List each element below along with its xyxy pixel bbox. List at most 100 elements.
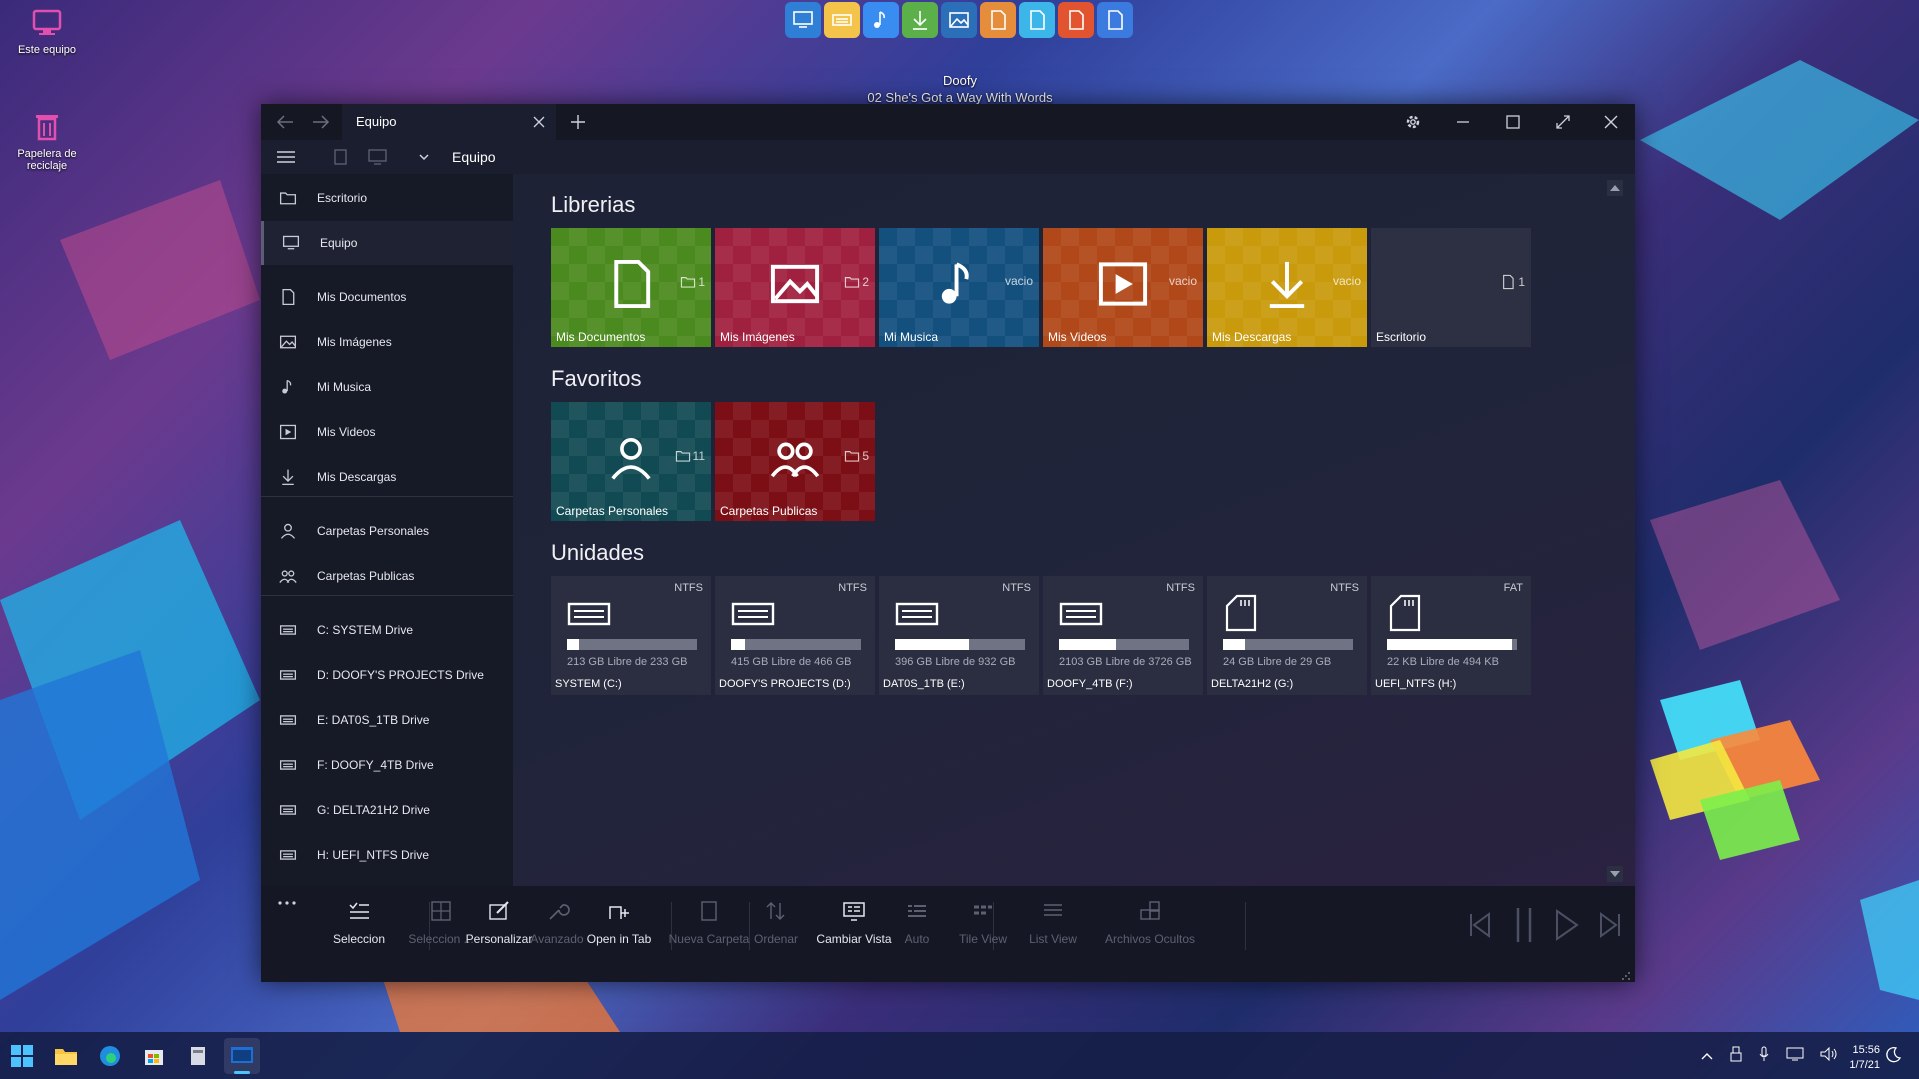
sidebar-item[interactable]: Mi Musica (261, 365, 513, 409)
toolbar-button[interactable]: Auto (887, 896, 947, 954)
dock-item[interactable] (824, 2, 860, 38)
usb-icon[interactable] (1730, 1046, 1742, 1065)
sidebar-item[interactable]: H: UEFI_NTFS Drive (261, 833, 513, 877)
library-tile[interactable]: vacio Mis Videos (1043, 228, 1203, 347)
sidebar-item[interactable]: G: DELTA21H2 Drive (261, 788, 513, 832)
library-tile[interactable]: 1 Mis Documentos (551, 228, 711, 347)
scroll-down-button[interactable] (1607, 866, 1623, 882)
previous-track-button[interactable] (1467, 910, 1493, 940)
address-text[interactable]: Equipo (452, 149, 496, 165)
clock[interactable]: 15:56 1/7/21 (1830, 1043, 1880, 1073)
toolbar-button[interactable]: Tile View (951, 896, 1015, 954)
calendar-icon (991, 10, 1006, 30)
dock-item[interactable] (902, 2, 938, 38)
toolbar-button[interactable]: Cambiar Vista (809, 896, 899, 954)
library-tile[interactable]: 1 Escritorio (1371, 228, 1531, 347)
play-button[interactable] (1553, 908, 1581, 942)
hard-drive-icon (895, 602, 939, 626)
camera-icon (949, 12, 969, 28)
desktop-icon-este-equipo[interactable]: Este equipo (7, 6, 87, 56)
drive-tile[interactable]: NTFS 2103 GB Libre de 3726 GB DOOFY_4TB (F… (1043, 576, 1203, 695)
notifications-button[interactable] (1884, 1046, 1902, 1064)
library-tile[interactable]: 2 Mis Imágenes (715, 228, 875, 347)
maximize-button[interactable] (1493, 104, 1533, 140)
fullscreen-button[interactable] (1543, 104, 1583, 140)
dock-item[interactable] (1058, 2, 1094, 38)
drive-icon (279, 670, 297, 680)
close-icon (533, 116, 545, 128)
sidebar-item[interactable]: Mis Videos (261, 410, 513, 454)
chevron-up-icon[interactable] (1700, 1048, 1714, 1064)
next-track-button[interactable] (1597, 910, 1623, 940)
back-button[interactable] (269, 104, 301, 140)
favorite-tile[interactable]: 11 Carpetas Personales (551, 402, 711, 521)
toolbar-button[interactable]: Archivos Ocultos (1095, 896, 1205, 954)
section-title-drives: Unidades (551, 540, 644, 565)
taskbar-file-explorer[interactable] (48, 1038, 84, 1074)
person-icon (280, 523, 296, 539)
sidebar-item[interactable]: Mis Documentos (261, 275, 513, 319)
sidebar-item[interactable]: Escritorio (261, 176, 513, 220)
close-window-button[interactable] (1591, 104, 1631, 140)
sidebar-item[interactable]: E: DAT0S_1TB Drive (261, 698, 513, 742)
microphone-icon[interactable] (1758, 1046, 1770, 1065)
drive-name: SYSTEM (C:) (555, 678, 622, 690)
toolbar-button-label: Seleccion (332, 932, 386, 946)
dock-item[interactable] (1097, 2, 1133, 38)
drive-tile[interactable]: FAT 22 KB Libre de 494 KB UEFI_NTFS (H:) (1371, 576, 1531, 695)
sidebar-item[interactable]: F: DOOFY_4TB Drive (261, 743, 513, 787)
dock-item[interactable] (1019, 2, 1055, 38)
more-button[interactable] (275, 896, 299, 910)
drive-tile[interactable]: NTFS 415 GB Libre de 466 GB DOOFY'S PROJEC… (715, 576, 875, 695)
start-button[interactable] (4, 1038, 40, 1074)
location-button[interactable] (367, 148, 389, 166)
hard-drive-icon (567, 602, 611, 626)
dock-item[interactable] (863, 2, 899, 38)
toolbar-button[interactable]: Avanzado (527, 896, 587, 954)
sidebar-item[interactable]: C: SYSTEM Drive (261, 608, 513, 652)
desktop-icon-papelera[interactable]: Papelera de reciclaje (7, 110, 87, 172)
drive-icon (279, 625, 297, 635)
taskbar-active-explorer[interactable] (224, 1038, 260, 1074)
forward-button[interactable] (305, 104, 337, 140)
resize-grip[interactable] (1621, 968, 1631, 980)
taskbar-store[interactable] (136, 1038, 172, 1074)
favorite-tile[interactable]: 5 Carpetas Publicas (715, 402, 875, 521)
toolbar-button[interactable]: Ordenar (741, 896, 811, 954)
scroll-up-button[interactable] (1607, 180, 1623, 196)
dock-item[interactable] (980, 2, 1016, 38)
dock-item[interactable] (785, 2, 821, 38)
sidebar-item[interactable]: Mis Descargas (261, 455, 513, 499)
sidebar-item-label: E: DAT0S_1TB Drive (317, 713, 430, 727)
dock-item[interactable] (941, 2, 977, 38)
copy-path-button[interactable] (331, 148, 351, 166)
library-tile[interactable]: vacio Mi Musica (879, 228, 1039, 347)
drive-tile[interactable]: NTFS 396 GB Libre de 932 GB DAT0S_1TB (E:) (879, 576, 1039, 695)
toolbar-button[interactable]: List View (1021, 896, 1085, 954)
location-dropdown[interactable] (417, 150, 431, 164)
pause-button[interactable] (1511, 906, 1537, 944)
toolbar-button[interactable]: Seleccion (321, 896, 397, 954)
menu-button[interactable] (275, 148, 297, 166)
sidebar-item[interactable]: Carpetas Publicas (261, 554, 513, 598)
list-view-icon (1044, 904, 1062, 916)
taskbar-app[interactable] (180, 1038, 216, 1074)
tile-count: vacio (1332, 274, 1361, 288)
wrench-icon (549, 904, 570, 920)
sidebar-item[interactable]: D: DOOFY'S PROJECTS Drive (261, 653, 513, 697)
sidebar-item[interactable]: Equipo (261, 221, 516, 265)
drive-usage-fill (1059, 639, 1116, 650)
sidebar-item[interactable]: Carpetas Personales (261, 509, 513, 553)
network-icon[interactable] (1786, 1047, 1804, 1064)
close-tab-button[interactable] (530, 113, 548, 131)
new-tab-button[interactable] (561, 104, 595, 140)
sidebar-item[interactable]: Mis Imágenes (261, 320, 513, 364)
minimize-button[interactable] (1443, 104, 1483, 140)
drive-tile[interactable]: NTFS 24 GB Libre de 29 GB DELTA21H2 (G:) (1207, 576, 1367, 695)
tab-equipo[interactable]: Equipo (342, 104, 556, 140)
settings-button[interactable] (1393, 104, 1433, 140)
drive-tile[interactable]: NTFS 213 GB Libre de 233 GB SYSTEM (C:) (551, 576, 711, 695)
toolbar-button[interactable]: Open in Tab (579, 896, 659, 954)
taskbar-edge[interactable] (92, 1038, 128, 1074)
library-tile[interactable]: vacio Mis Descargas (1207, 228, 1367, 347)
